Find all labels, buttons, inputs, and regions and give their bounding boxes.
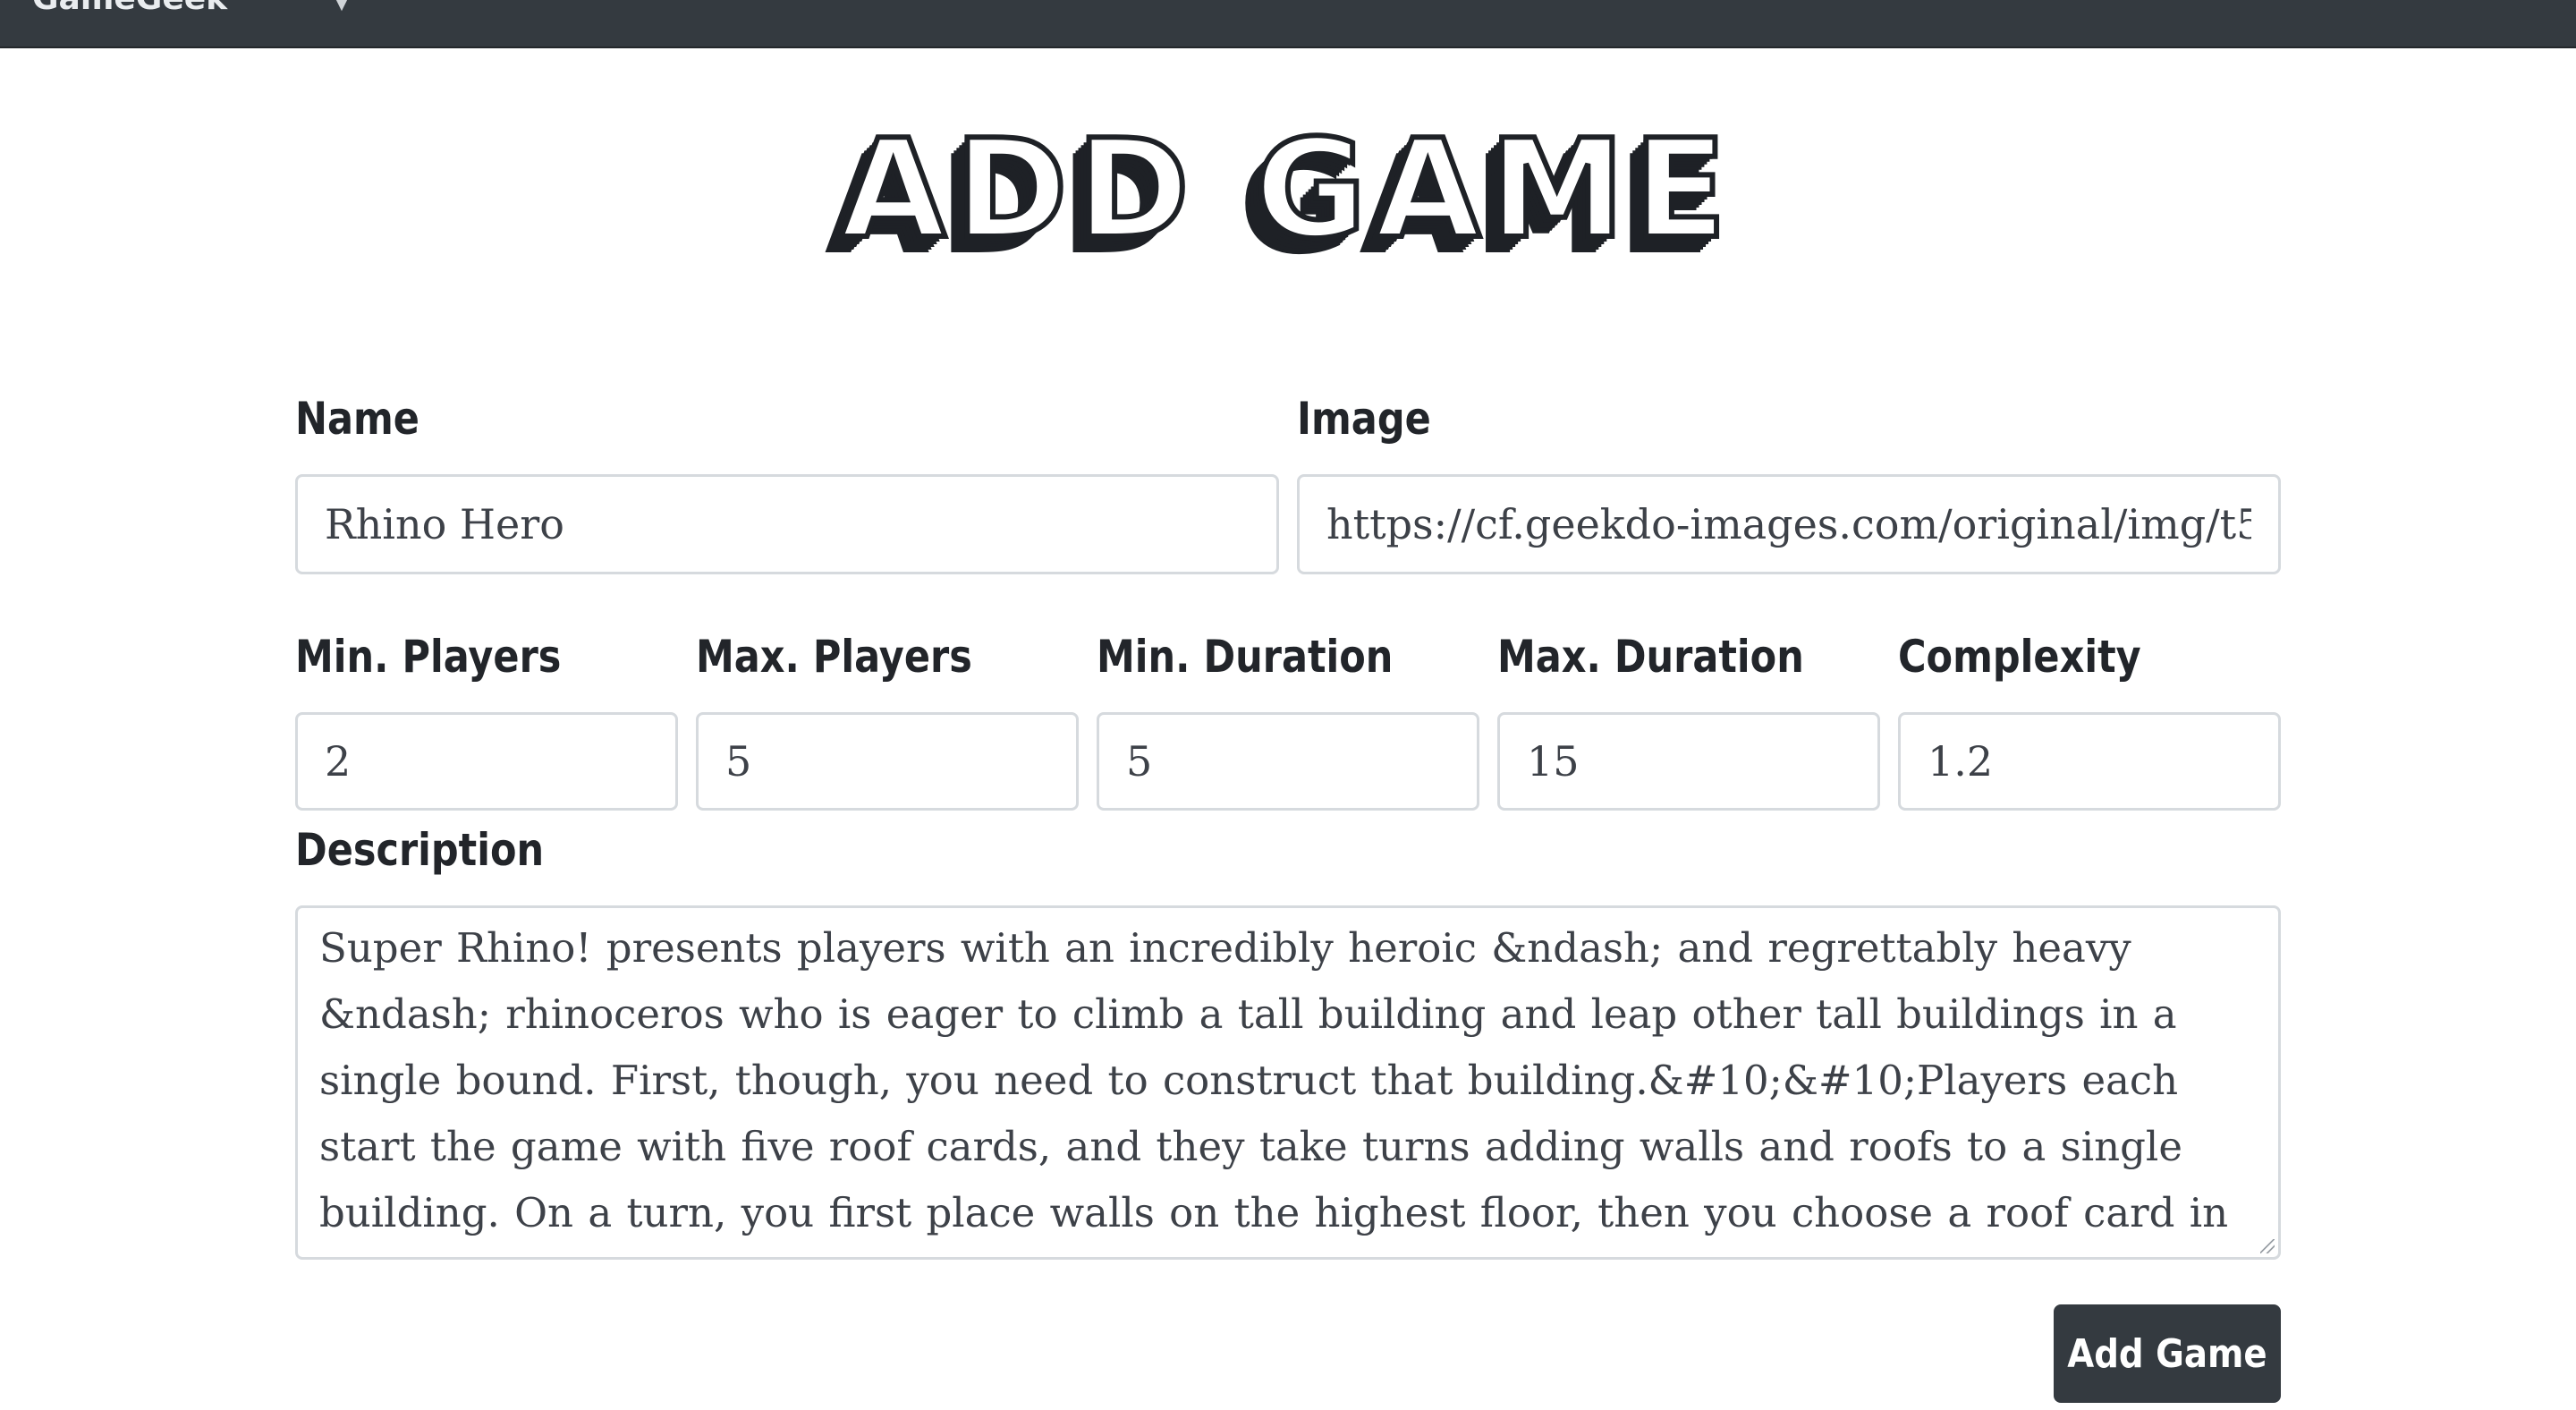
complexity-field[interactable]: 1.2 [1898,712,2281,811]
min-players-field[interactable]: 2 [295,712,678,811]
description-label: Description [295,824,545,876]
page-header: ADD GAME [0,110,2576,268]
description-textarea-value: Super Rhino! presents players with an in… [319,924,2229,1236]
name-field-value: Rhino Hero [325,500,564,548]
complexity-field-value: 1.2 [1928,737,1994,786]
min-duration-field[interactable]: 5 [1097,712,1479,811]
name-field[interactable]: Rhino Hero [295,474,1279,574]
min-duration-field-value: 5 [1126,737,1153,786]
page-title: ADD GAME [838,110,1736,268]
image-label: Image [1297,393,1431,445]
min-players-label: Min. Players [295,631,562,683]
add-game-button-label: Add Game [2067,1330,2267,1377]
navbar-brand[interactable]: GameGeek [32,0,227,17]
add-game-button[interactable]: Add Game [2054,1304,2281,1403]
max-duration-field-value: 15 [1527,737,1580,786]
name-label: Name [295,393,419,445]
max-duration-field[interactable]: 15 [1497,712,1880,811]
max-players-label: Max. Players [696,631,972,683]
max-players-field[interactable]: 5 [696,712,1079,811]
description-textarea[interactable]: Super Rhino! presents players with an in… [295,905,2281,1260]
resize-handle-icon[interactable] [2260,1239,2275,1253]
image-url-field-value: https://cf.geekdo-images.com/original/im… [1326,500,2251,548]
complexity-label: Complexity [1898,631,2141,683]
min-players-field-value: 2 [325,737,352,786]
min-duration-label: Min. Duration [1097,631,1394,683]
image-url-field[interactable]: https://cf.geekdo-images.com/original/im… [1297,474,2281,574]
top-navbar: GameGeek ▼ [0,0,2576,48]
max-duration-label: Max. Duration [1497,631,1804,683]
chevron-down-icon[interactable]: ▼ [333,0,351,14]
max-players-field-value: 5 [725,737,752,786]
